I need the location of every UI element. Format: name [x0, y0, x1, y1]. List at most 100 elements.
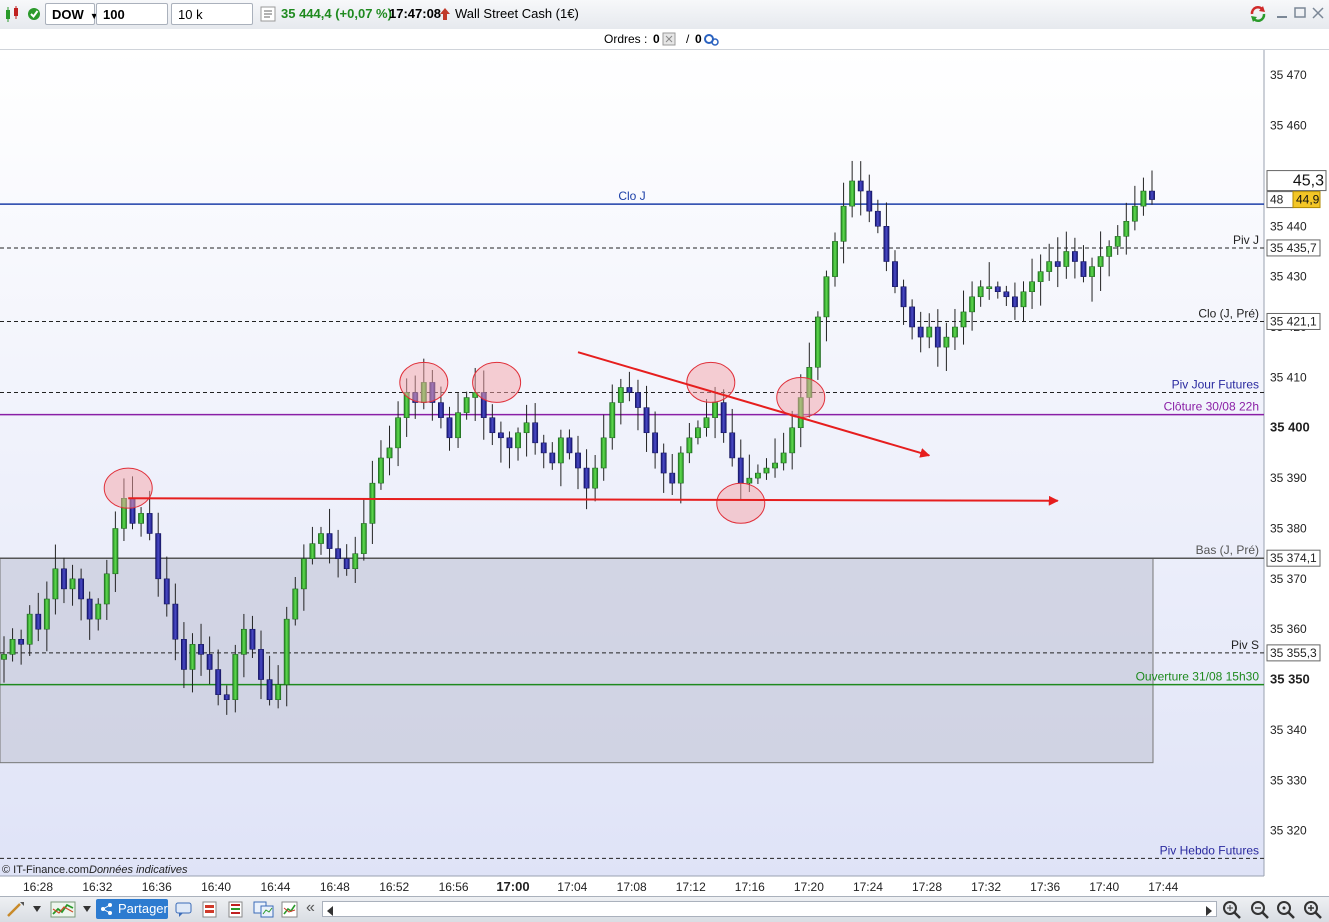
level-price-tag-text: 35 435,7 — [1270, 241, 1317, 255]
cancel-orders-icon[interactable] — [662, 32, 676, 46]
x-tick-label: 16:40 — [201, 880, 231, 894]
highlight-ellipse — [103, 467, 153, 509]
chat-icon[interactable] — [174, 900, 194, 919]
order-ticket-icon[interactable] — [226, 900, 246, 919]
candle-up — [1089, 266, 1095, 277]
scroll-start-button[interactable]: « — [306, 899, 315, 918]
candle-up — [849, 180, 856, 207]
price-change: 35 444,4 (+0,07 %) — [281, 6, 392, 21]
horizontal-scrollbar[interactable] — [322, 901, 1217, 917]
y-tick-label: 35 330 — [1270, 773, 1307, 787]
candle-up — [369, 482, 376, 524]
candle-up — [292, 588, 299, 620]
candle-up — [455, 412, 461, 439]
candle-up — [712, 402, 718, 418]
orders-settings-icon[interactable] — [703, 31, 719, 47]
zoom-in-icon[interactable] — [1302, 900, 1324, 919]
x-tick-label: 16:28 — [23, 880, 53, 894]
price-status-icon — [260, 6, 276, 22]
instrument-label: DOW — [52, 7, 84, 22]
instrument-selector[interactable]: DOW ▼ — [45, 3, 99, 25]
zoom-reset-icon[interactable] — [1275, 900, 1297, 919]
candle-down — [900, 286, 907, 308]
candle-up — [386, 447, 393, 459]
chart-type-icon[interactable] — [3, 4, 23, 24]
disclaimer-text: Données indicatives — [89, 864, 188, 876]
indicators-icon[interactable] — [50, 900, 76, 919]
level-label: Ouverture 31/08 15h30 — [1136, 670, 1260, 684]
y-tick-label: 35 370 — [1270, 572, 1307, 586]
x-tick-label: 17:44 — [1148, 880, 1178, 894]
candle-up — [112, 528, 119, 575]
candle-up — [926, 326, 933, 338]
refresh-icon[interactable] — [1248, 5, 1268, 23]
layout-icon[interactable] — [280, 900, 300, 919]
candle-up — [617, 387, 624, 403]
ticks-selector[interactable]: 100 ticks▼ — [96, 3, 168, 44]
candle-down — [660, 452, 667, 474]
candle-up — [1131, 205, 1138, 222]
candle-up — [1123, 220, 1130, 237]
price-chart[interactable]: Clo J Piv J Clo (J, Pré) Piv Jour Futures Cl… — [0, 50, 1329, 896]
x-tick-label: 17:32 — [971, 880, 1001, 894]
candle-down — [18, 639, 25, 645]
instrument-settings-icon[interactable] — [25, 4, 43, 24]
x-tick-label: 16:36 — [142, 880, 172, 894]
minimize-icon[interactable] — [1275, 5, 1289, 21]
candle-up — [240, 628, 247, 655]
candle-up — [283, 618, 290, 685]
candle-up — [746, 477, 753, 484]
candle-down — [326, 533, 333, 549]
candle-up — [977, 286, 984, 298]
candle-down — [583, 467, 590, 489]
candle-down — [540, 442, 547, 454]
candle-up — [969, 296, 975, 313]
candle-up — [1046, 261, 1053, 272]
trade-icon[interactable] — [438, 6, 452, 22]
candle-up — [1114, 236, 1121, 247]
x-tick-label: 16:48 — [320, 880, 350, 894]
tools-icon[interactable] — [4, 900, 26, 919]
candle-down — [532, 422, 539, 444]
candle-down — [652, 432, 659, 454]
candle-down — [626, 387, 633, 393]
candle-up — [1029, 281, 1035, 293]
candle-down — [669, 472, 676, 484]
candle-down — [1080, 261, 1087, 277]
candle-up — [686, 437, 693, 454]
compare-icon[interactable] — [252, 900, 276, 919]
alert-icon[interactable] — [200, 900, 220, 919]
candle-up — [557, 437, 564, 464]
copyright-text: © IT-Finance.com — [2, 864, 89, 876]
candle-up — [523, 422, 530, 434]
level-label: Clo J — [618, 189, 645, 203]
tools-chevron-down-icon[interactable] — [32, 903, 42, 922]
units-selector[interactable]: 10 k unités▼ — [171, 3, 253, 44]
x-tick-label: 17:28 — [912, 880, 942, 894]
candle-down — [892, 261, 898, 287]
candle-up — [592, 467, 599, 489]
zoom-out-icon[interactable] — [1249, 900, 1271, 919]
y-tick-label: 35 440 — [1270, 219, 1307, 233]
zoom-fit-icon[interactable] — [1221, 900, 1245, 919]
candle-down — [874, 210, 881, 227]
candle-up — [52, 568, 59, 600]
candle-up — [600, 437, 607, 469]
price-chart-svg[interactable]: Clo J Piv J Clo (J, Pré) Piv Jour Futures Cl… — [0, 50, 1329, 896]
indicators-chevron-down-icon[interactable] — [82, 903, 92, 922]
scroll-left-arrow-icon[interactable] — [326, 905, 334, 916]
close-icon[interactable] — [1311, 5, 1325, 21]
candle-up — [300, 558, 307, 590]
scroll-right-arrow-icon[interactable] — [1205, 905, 1213, 916]
candle-up — [1106, 246, 1113, 257]
y-tick-label: 35 390 — [1270, 471, 1307, 485]
candle-down — [1012, 296, 1018, 308]
share-button[interactable]: Partager — [96, 899, 168, 919]
x-tick-label: 17:04 — [557, 880, 587, 894]
candle-up — [309, 543, 316, 559]
candle-up — [814, 316, 821, 368]
candle-down — [163, 578, 170, 605]
candle-up — [189, 644, 196, 670]
y-tick-label: 35 470 — [1270, 68, 1307, 82]
maximize-icon[interactable] — [1293, 5, 1307, 21]
